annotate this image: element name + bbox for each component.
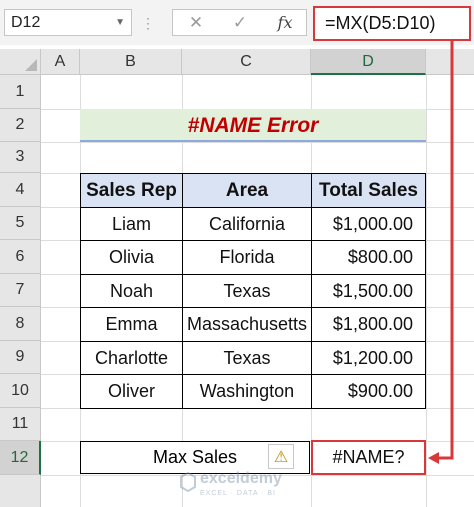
watermark-name: exceldemy bbox=[200, 470, 282, 487]
watermark-tagline: EXCEL · DATA · BI bbox=[200, 490, 276, 497]
logo-icon bbox=[180, 472, 196, 492]
watermark-logo: exceldemy EXCEL · DATA · BI bbox=[180, 468, 370, 504]
callout-arrow bbox=[428, 40, 454, 464]
